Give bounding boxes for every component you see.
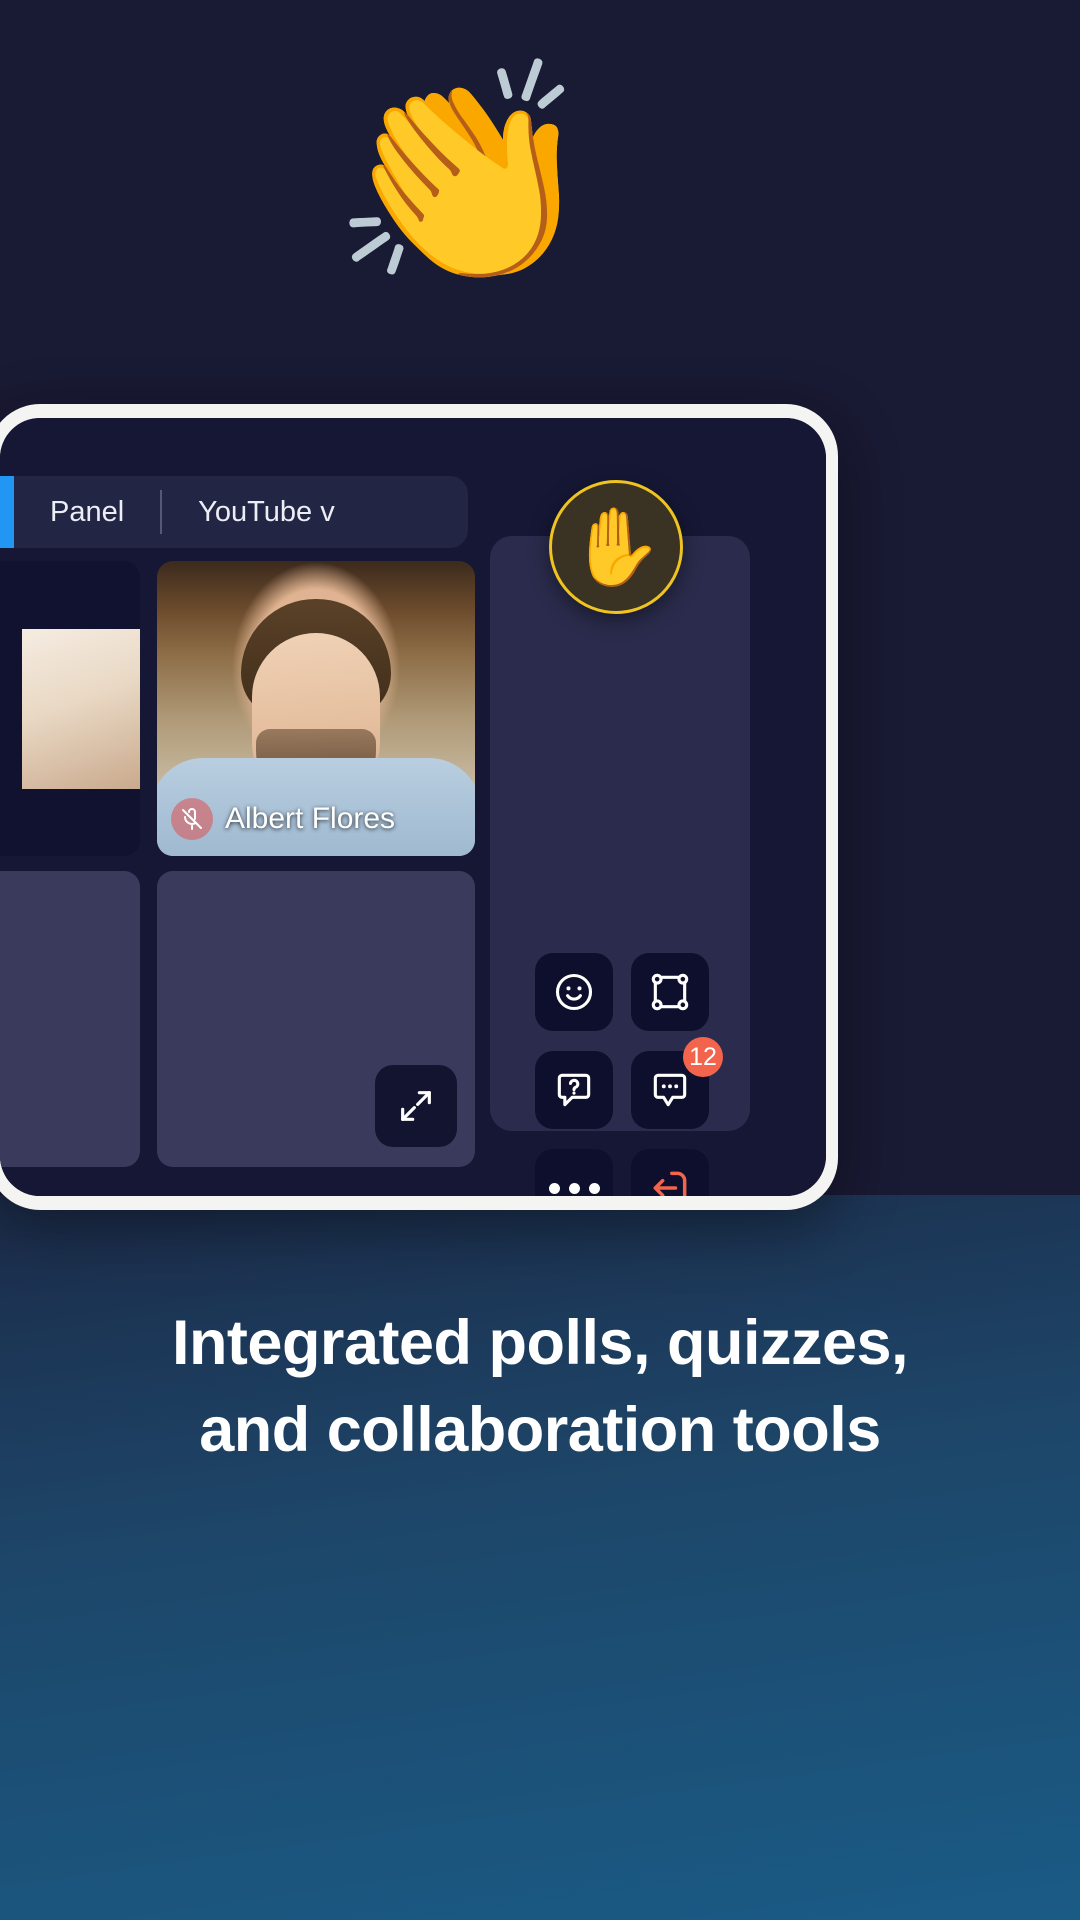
video-conference-app: Panel YouTube v Albert Flores ✋ 12 — [0, 418, 826, 1196]
quiz-button[interactable] — [535, 1051, 613, 1129]
video-grid: Albert Flores — [0, 561, 480, 1171]
participant-name: Albert Flores — [225, 802, 396, 835]
leave-call-button[interactable] — [631, 1149, 709, 1196]
video-tile-empty-right[interactable] — [157, 871, 475, 1167]
headline-line-1: Integrated polls, quizzes, — [171, 1308, 909, 1378]
raised-hand-icon: ✋ — [568, 505, 664, 590]
avatar-image — [22, 629, 140, 789]
more-options-button[interactable] — [535, 1149, 613, 1196]
tab-youtube-video[interactable]: YouTube v — [162, 496, 371, 529]
video-tile-empty-left[interactable] — [0, 871, 140, 1167]
clapping-hands-icon: 👏 — [330, 54, 598, 295]
whiteboard-button[interactable] — [631, 953, 709, 1031]
marketing-headline: Integrated polls, quizzes, and collabora… — [0, 1300, 1080, 1474]
expand-icon[interactable] — [375, 1065, 457, 1147]
tab-accent-block — [0, 476, 14, 548]
raise-hand-button[interactable]: ✋ — [549, 480, 683, 614]
participant-name-bar: Albert Flores — [171, 798, 395, 840]
panel-action-grid: 12 — [517, 953, 727, 1196]
headline-line-2: and collaboration tools — [199, 1394, 881, 1465]
chat-unread-badge: 12 — [683, 1037, 723, 1077]
video-tile-albert-flores[interactable]: Albert Flores — [157, 561, 475, 856]
mic-muted-icon — [171, 798, 213, 840]
ellipsis-icon — [548, 1182, 600, 1194]
device-frame: Panel YouTube v Albert Flores ✋ 12 — [0, 404, 838, 1210]
reactions-button[interactable] — [535, 953, 613, 1031]
device-screen: Panel YouTube v Albert Flores ✋ 12 — [0, 418, 826, 1196]
video-tile-partial[interactable] — [0, 561, 140, 856]
avatar — [22, 629, 140, 789]
chat-button[interactable]: 12 — [631, 1037, 723, 1129]
tab-panel[interactable]: Panel — [14, 496, 160, 529]
top-tab-bar: Panel YouTube v — [0, 476, 468, 548]
